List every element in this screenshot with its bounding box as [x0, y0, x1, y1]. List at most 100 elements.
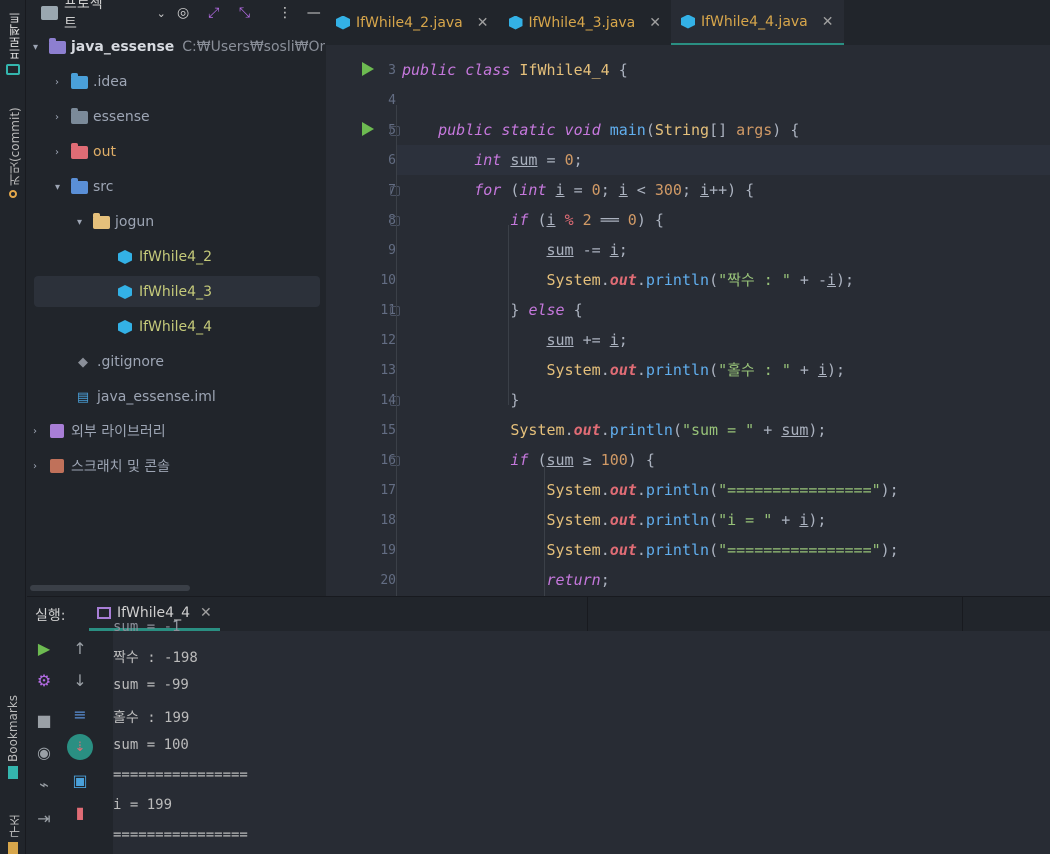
tab-ifwhile4-2[interactable]: IfWhile4_2.java ✕ [326, 0, 499, 45]
bookmark-icon [8, 766, 18, 779]
code-area[interactable]: public class IfWhile4_4 { public static … [396, 45, 1050, 596]
chevron-right-icon[interactable]: › [33, 426, 47, 437]
chevron-right-icon[interactable]: › [55, 147, 69, 158]
tree-item-label: .gitignore [97, 354, 164, 370]
chevron-down-icon[interactable]: ▾ [33, 42, 47, 53]
tab-ifwhile4-3[interactable]: IfWhile4_3.java ✕ [499, 0, 672, 45]
editor-tabs: IfWhile4_2.java ✕ IfWhile4_3.java ✕ IfWh… [326, 0, 1050, 45]
tree-item-idea[interactable]: › .idea [55, 67, 127, 97]
target-icon[interactable]: ◎ [172, 5, 195, 21]
string-literal: "sum = " [681, 421, 755, 439]
tree-item-src[interactable]: ▾ src [55, 172, 113, 202]
code-line: public class IfWhile4_4 { [402, 61, 628, 79]
rerun-icon[interactable]: ▶ [33, 637, 55, 659]
string-literal: "================" [718, 541, 881, 559]
tree-item-label: .idea [93, 74, 128, 90]
iml-file-icon: ▤ [76, 389, 90, 405]
settings-icon[interactable]: ⚙ [33, 669, 55, 691]
console-line: ================ [113, 767, 248, 783]
string-literal: "짝수 : " [718, 271, 791, 289]
code-line: sum += i; [546, 331, 628, 349]
close-icon[interactable]: ✕ [477, 15, 489, 31]
collapse-all-icon[interactable]: ⤡ [233, 5, 256, 21]
tab-ifwhile4-4[interactable]: IfWhile4_4.java ✕ [671, 0, 844, 45]
code-line: System.out.println("짝수 : " + -i); [546, 271, 855, 289]
number-literal: 0 [591, 181, 601, 199]
tree-item-iml[interactable]: ▤ java_essense.iml [73, 382, 216, 412]
tree-item-jogun[interactable]: ▾ jogun [77, 207, 154, 237]
line-number: 4 [388, 93, 396, 108]
panel-divider [962, 597, 963, 631]
folder-icon [69, 107, 89, 125]
code-line: return; [546, 571, 610, 589]
tree-item-out[interactable]: › out [55, 137, 116, 167]
string-literal: "i = " [718, 511, 773, 529]
chevron-down-icon[interactable]: ▾ [55, 182, 69, 193]
line-number: 20 [380, 573, 396, 588]
line-number: 18 [380, 513, 396, 528]
chevron-right-icon[interactable]: › [55, 77, 69, 88]
left-tool-stripe: 프로젝트 커밋(commit) Bookmarks 구조 [0, 0, 26, 854]
scroll-to-end-icon[interactable]: ⇣ [67, 734, 93, 760]
tree-item-label: essense [93, 109, 150, 125]
project-tool-label[interactable]: 프로젝트 [6, 6, 23, 60]
soft-wrap-icon[interactable]: ≡ [69, 703, 91, 725]
close-icon[interactable]: ✕ [822, 14, 834, 30]
java-class-icon [115, 319, 135, 335]
commit-tool-label[interactable]: 커밋(commit) [6, 102, 23, 186]
up-arrow-icon[interactable]: ↑ [69, 637, 91, 659]
structure-tool-label[interactable]: 구조 [6, 808, 23, 838]
tree-root[interactable]: ▾ java_essense C:₩Users₩sosli₩OneDr [33, 32, 325, 62]
tree-item-scratches[interactable]: › 스크래치 및 콘솔 [33, 451, 170, 481]
folder-icon [41, 6, 58, 20]
root-name: java_essense [71, 39, 175, 55]
exit-icon[interactable]: ⇥ [33, 807, 55, 829]
stop-icon[interactable]: ■ [33, 709, 55, 731]
tree-item-gitignore[interactable]: ◆ .gitignore [73, 347, 164, 377]
chevron-down-icon[interactable]: ⌄ [157, 7, 166, 20]
tree-item-label: src [93, 179, 114, 195]
expand-all-icon[interactable]: ⤢ [202, 5, 225, 21]
code-line: System.out.println("i = " + i); [546, 511, 827, 529]
bookmarks-tool-label[interactable]: Bookmarks [6, 692, 20, 762]
tree-item-essense[interactable]: › essense [55, 102, 150, 132]
line-number: 19 [380, 543, 396, 558]
line-number: 9 [388, 243, 396, 258]
close-icon[interactable]: ✕ [200, 605, 212, 621]
console-line: sum = -99 [113, 677, 189, 693]
tree-item-ifwhile4-4[interactable]: IfWhile4_4 [115, 312, 212, 342]
root-path: C:₩Users₩sosli₩OneDr [182, 39, 325, 55]
chevron-down-icon[interactable]: ▾ [77, 217, 91, 228]
tree-item-external-libraries[interactable]: › 외부 라이브러리 [33, 416, 166, 446]
code-line: if (i % 2 ══ 0) { [510, 211, 664, 229]
run-class-icon[interactable] [362, 62, 374, 76]
plug-icon[interactable]: ⌁ [33, 773, 55, 795]
commit-icon [9, 190, 17, 198]
minimize-icon[interactable]: — [302, 5, 325, 21]
code-line: for (int i = 0; i < 300; i++) { [474, 181, 755, 199]
tree-item-label: 스크래치 및 콘솔 [71, 459, 171, 475]
tree-item-ifwhile4-2[interactable]: IfWhile4_2 [115, 242, 212, 272]
run-main-icon[interactable] [362, 122, 374, 136]
down-arrow-icon[interactable]: ↓ [69, 669, 91, 691]
code-editor: IfWhile4_2.java ✕ IfWhile4_3.java ✕ IfWh… [326, 0, 1050, 596]
line-number-gutter: 3 4 5 6 7 8 9 10 11 12 13 14 15 16 17 18… [326, 45, 396, 596]
more-options-icon[interactable]: ⋮ [274, 5, 297, 21]
trash-icon[interactable]: ▮ [69, 801, 91, 823]
java-class-icon [115, 249, 135, 265]
camera-icon[interactable]: ◉ [33, 741, 55, 763]
close-icon[interactable]: ✕ [649, 15, 661, 31]
chevron-right-icon[interactable]: › [33, 461, 47, 472]
structure-icon [8, 842, 18, 854]
console-line: 짝수 : -198 [113, 650, 198, 666]
console-output[interactable]: sum = -1 짝수 : -198 sum = -99 홀수 : 199 su… [113, 619, 1050, 854]
java-class-icon [508, 15, 523, 30]
project-tool-icon[interactable] [6, 64, 20, 75]
number-literal: 0 [627, 211, 637, 229]
horizontal-scrollbar[interactable] [30, 585, 190, 591]
print-icon[interactable]: ▣ [69, 769, 91, 791]
project-panel-title[interactable]: 프로젝트 [64, 0, 113, 33]
run-panel-title: 실행: [35, 608, 66, 624]
tree-item-ifwhile4-3[interactable]: IfWhile4_3 [115, 277, 212, 307]
chevron-right-icon[interactable]: › [55, 112, 69, 123]
